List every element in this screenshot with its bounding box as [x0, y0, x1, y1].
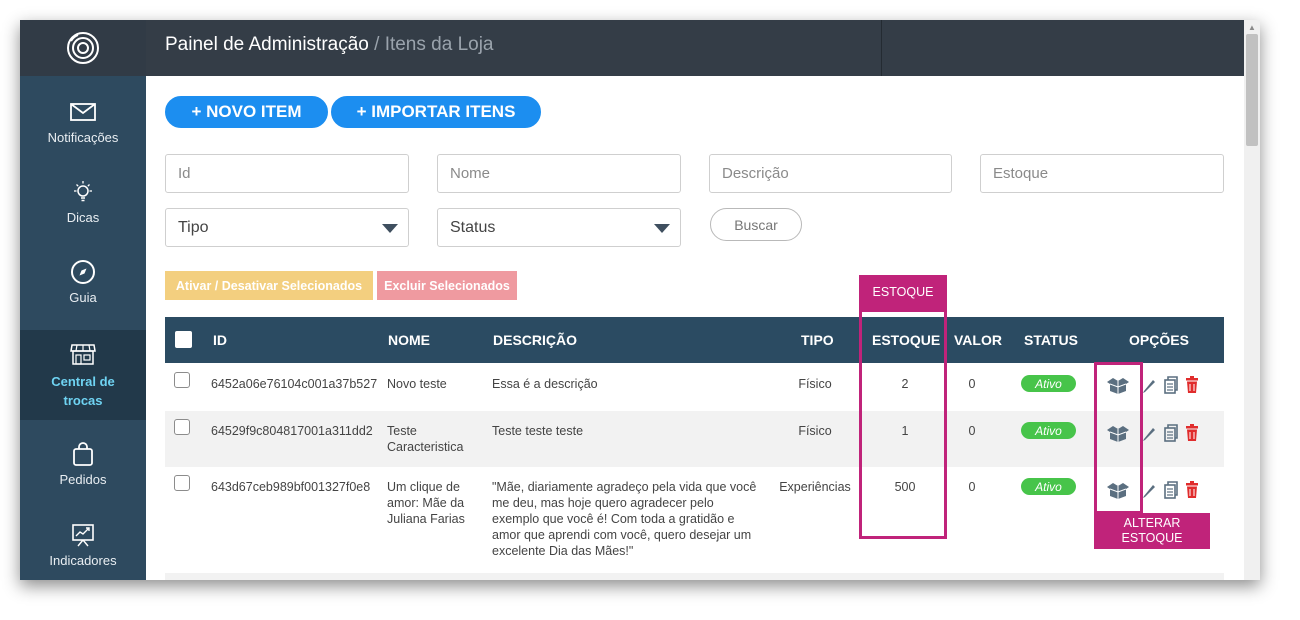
status-badge: Ativo [1021, 375, 1076, 392]
sidebar-item-label: Guia [69, 290, 97, 305]
cell-nome: Novo teste [387, 377, 447, 391]
chevron-down-icon [654, 224, 670, 233]
column-header-tipo: TIPO [801, 332, 834, 348]
sidebar-item-label: Indicadores [49, 553, 117, 568]
sidebar-item-label: Notificações [47, 130, 119, 145]
cell-valor: 0 [968, 377, 976, 391]
column-header-nome: NOME [388, 332, 430, 348]
estoque-annotation-box [859, 309, 947, 539]
table-header: ID NOME DESCRIÇÃO TIPO ESTOQUE VALOR STA… [165, 317, 1224, 363]
breadcrumb-separator: / [368, 34, 385, 55]
chevron-down-icon [382, 224, 398, 233]
chart-board-icon [70, 521, 96, 549]
table-row: 6452a06e76104c001a37b527 Novo teste Essa… [165, 363, 1224, 411]
vertical-scrollbar[interactable]: ▲ [1244, 20, 1260, 580]
alterar-estoque-annotation-box [1094, 362, 1143, 514]
cell-tipo: Físico [798, 424, 832, 438]
select-all-checkbox[interactable] [175, 331, 192, 348]
tipo-select-value: Tipo [178, 218, 209, 236]
lightbulb-icon [70, 178, 96, 206]
cell-valor: 0 [968, 424, 976, 438]
compass-icon [70, 258, 96, 286]
pencil-icon[interactable] [1141, 481, 1157, 499]
cell-tipo: Físico [798, 377, 832, 391]
sidebar-item-pedidos[interactable]: Pedidos [20, 440, 146, 487]
sidebar-item-label: Central de trocas [51, 374, 115, 408]
estoque-annotation-label: ESTOQUE [859, 275, 947, 310]
cell-id: 6452a06e76104c001a37b527 [211, 377, 378, 391]
cell-descricao: "Mãe, diariamente agradeço pela vida que… [492, 480, 757, 558]
status-badge: Ativo [1021, 422, 1076, 439]
page-title: Painel de Administração [165, 34, 369, 55]
sidebar-item-notificacoes[interactable]: Notificações [20, 98, 146, 145]
scrollbar-thumb[interactable] [1246, 34, 1258, 146]
envelope-icon [70, 98, 96, 126]
sidebar-item-label: Dicas [66, 210, 100, 225]
status-select-value: Status [450, 218, 496, 236]
trash-icon[interactable] [1185, 481, 1199, 499]
estoque-filter-input[interactable] [980, 154, 1224, 193]
sidebar: Notificações Dicas Guia Central de troca… [20, 20, 146, 580]
cell-descricao: Essa é a descrição [492, 377, 598, 391]
toggle-selected-button[interactable]: Ativar / Desativar Selecionados [165, 271, 373, 300]
column-header-valor: VALOR [954, 332, 1002, 348]
copy-icon[interactable] [1163, 376, 1179, 394]
descricao-filter-input[interactable] [709, 154, 952, 193]
header-divider [881, 20, 882, 76]
store-icon [69, 340, 97, 368]
column-header-descricao: DESCRIÇÃO [493, 332, 578, 348]
table-row: 643d67ceb989bf001327f0e8 Um clique de am… [165, 467, 1224, 573]
trash-icon[interactable] [1185, 376, 1199, 394]
sidebar-item-dicas[interactable]: Dicas [20, 178, 146, 225]
top-header: Painel de Administração / Itens da Loja [146, 20, 1260, 76]
search-button[interactable]: Buscar [710, 208, 802, 241]
cell-nome: Teste Caracteristica [387, 424, 464, 454]
scroll-up-arrow-icon[interactable]: ▲ [1248, 23, 1256, 32]
logo[interactable] [20, 20, 146, 76]
cell-id: 643d67ceb989bf001327f0e8 [211, 480, 371, 494]
app-window: Notificações Dicas Guia Central de troca… [20, 20, 1260, 580]
table-row: 64529f9c804817001a311dd2 Teste Caracteri… [165, 411, 1224, 467]
copy-icon[interactable] [1163, 424, 1179, 442]
pencil-icon[interactable] [1141, 376, 1157, 394]
sidebar-item-label: Pedidos [59, 472, 107, 487]
cell-descricao: Teste teste teste [492, 424, 584, 438]
copy-icon[interactable] [1163, 481, 1179, 499]
cell-valor: 0 [968, 480, 976, 494]
row-checkbox[interactable] [174, 475, 190, 491]
breadcrumb-current: Itens da Loja [384, 34, 494, 55]
id-filter-input[interactable] [165, 154, 409, 193]
delete-selected-button[interactable]: Excluir Selecionados [377, 271, 517, 300]
sidebar-item-guia[interactable]: Guia [20, 258, 146, 305]
status-badge: Ativo [1021, 478, 1076, 495]
cell-id: 64529f9c804817001a311dd2 [211, 424, 373, 438]
shopping-bag-icon [71, 440, 95, 468]
tipo-select[interactable]: Tipo [165, 208, 409, 247]
sidebar-item-central-de-trocas[interactable]: Central de trocas [20, 330, 146, 420]
trash-icon[interactable] [1185, 424, 1199, 442]
alterar-estoque-annotation-label: ALTERAR ESTOQUE [1094, 513, 1210, 549]
import-items-button[interactable]: + IMPORTAR ITENS [331, 96, 541, 128]
row-checkbox[interactable] [174, 372, 190, 388]
column-header-id: ID [213, 332, 227, 348]
pencil-icon[interactable] [1141, 424, 1157, 442]
breadcrumb: Painel de Administração / Itens da Loja [165, 34, 494, 56]
status-select[interactable]: Status [437, 208, 681, 247]
row-checkbox[interactable] [174, 419, 190, 435]
new-item-button[interactable]: + NOVO ITEM [165, 96, 328, 128]
column-header-status: STATUS [1024, 332, 1078, 348]
cell-nome: Um clique de amor: Mãe da Juliana Farias [387, 480, 465, 526]
sidebar-item-indicadores[interactable]: Indicadores [20, 521, 146, 568]
cell-tipo: Experiências [779, 480, 851, 494]
nome-filter-input[interactable] [437, 154, 681, 193]
logo-icon [67, 32, 99, 64]
column-header-opcoes: OPÇÕES [1129, 332, 1189, 348]
table-row [165, 573, 1224, 580]
